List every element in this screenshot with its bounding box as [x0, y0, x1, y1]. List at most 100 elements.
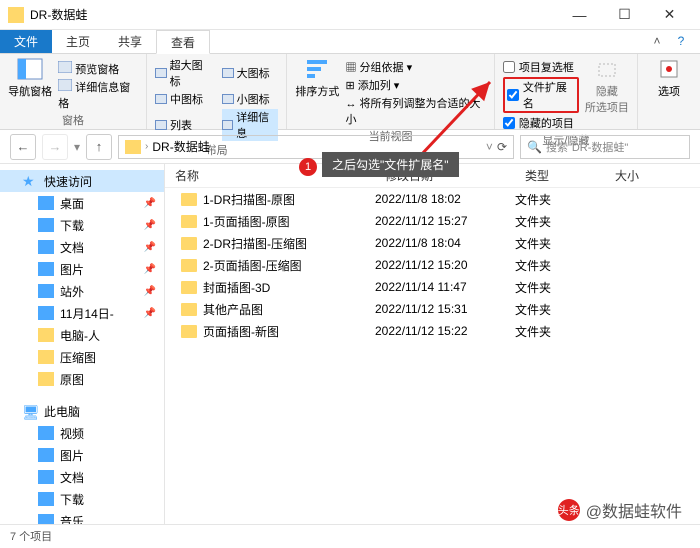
ribbon-tabs: 文件 主页 共享 查看 — [0, 30, 700, 54]
folder-icon — [38, 372, 54, 386]
pin-icon: 📌 — [144, 242, 156, 253]
nav-item[interactable]: 文档📌 — [0, 236, 164, 258]
tab-view[interactable]: 查看 — [156, 30, 210, 54]
status-bar: 7 个项目 — [0, 524, 700, 546]
folder-icon — [181, 303, 197, 316]
search-icon: 🔍 — [527, 140, 542, 154]
watermark: 头条 @数据蛙软件 — [558, 498, 682, 522]
help-icon[interactable]: ? — [672, 32, 690, 50]
sort-button[interactable]: 排序方式 — [295, 57, 339, 99]
layout-gallery[interactable]: 超大图标 大图标 中图标 小图标 列表 详细信息 — [155, 57, 278, 141]
options-button[interactable]: 选项 — [646, 57, 692, 99]
library-icon — [38, 514, 54, 524]
back-button[interactable]: ← — [10, 134, 36, 160]
nav-item[interactable]: 图片 — [0, 444, 164, 466]
fitcols-button[interactable]: ↔ 将所有列调整为合适的大小 — [345, 95, 485, 127]
nav-item[interactable]: 下载📌 — [0, 214, 164, 236]
table-row[interactable]: 1-页面插图-原图2022/11/12 15:27文件夹 — [165, 210, 700, 232]
folder-icon — [181, 237, 197, 250]
sort-icon — [303, 57, 331, 81]
tab-home[interactable]: 主页 — [52, 30, 104, 53]
folder-icon — [38, 350, 54, 364]
file-list: 1-DR扫描图-原图2022/11/8 18:02文件夹1-页面插图-原图202… — [165, 188, 700, 524]
preview-pane-button[interactable]: 预览窗格 — [58, 61, 138, 77]
navpane-icon — [16, 57, 44, 81]
table-row[interactable]: 页面插图-新图2022/11/12 15:22文件夹 — [165, 320, 700, 342]
nav-item[interactable]: 11月14日-📌 — [0, 302, 164, 324]
details-pane-button[interactable]: 详细信息窗格 — [58, 79, 138, 111]
nav-item[interactable]: 文档 — [0, 466, 164, 488]
pin-icon: 📌 — [144, 220, 156, 231]
nav-item[interactable]: 音乐 — [0, 510, 164, 524]
table-row[interactable]: 1-DR扫描图-原图2022/11/8 18:02文件夹 — [165, 188, 700, 210]
table-row[interactable]: 其他产品图2022/11/12 15:31文件夹 — [165, 298, 700, 320]
navpane-button[interactable]: 导航窗格 — [8, 57, 52, 99]
table-row[interactable]: 2-页面插图-压缩图2022/11/12 15:20文件夹 — [165, 254, 700, 276]
col-size[interactable]: 大小 — [605, 167, 700, 184]
nav-item[interactable]: 电脑-人 — [0, 324, 164, 346]
pc-icon: 🖥 — [22, 404, 38, 418]
pin-icon: 📌 — [144, 264, 156, 275]
folder-icon — [181, 325, 197, 338]
folder-icon — [38, 240, 54, 254]
item-checkboxes-toggle[interactable]: 项目复选框 — [503, 59, 579, 75]
hide-selected-button[interactable]: 隐藏 所选项目 — [585, 57, 629, 115]
nav-item[interactable]: 视频 — [0, 422, 164, 444]
watermark-avatar: 头条 — [558, 499, 580, 521]
hide-icon — [593, 57, 621, 81]
options-icon — [655, 57, 683, 81]
star-icon: ★ — [22, 174, 38, 188]
table-row[interactable]: 2-DR扫描图-压缩图2022/11/8 18:04文件夹 — [165, 232, 700, 254]
groupby-button[interactable]: ▦ 分组依据 ▾ — [345, 59, 485, 75]
pin-icon: 📌 — [144, 308, 156, 319]
forward-button[interactable]: → — [42, 134, 68, 160]
folder-icon — [38, 218, 54, 232]
minimize-button[interactable]: — — [557, 1, 602, 29]
close-button[interactable]: ✕ — [647, 1, 692, 29]
file-ext-toggle[interactable]: 文件扩展名 — [503, 77, 579, 113]
pin-icon: 📌 — [144, 286, 156, 297]
library-icon — [38, 448, 54, 462]
ribbon-view: 导航窗格 预览窗格 详细信息窗格 窗格 超大图标 大图标 中图标 小图标 列表 … — [0, 54, 700, 130]
folder-icon — [181, 259, 197, 272]
folder-icon — [125, 140, 141, 154]
nav-this-pc[interactable]: 🖥此电脑 — [0, 400, 164, 422]
recent-locations-icon[interactable]: ▾ — [74, 140, 80, 154]
annotation-tooltip: 之后勾选"文件扩展名" — [322, 152, 459, 177]
library-icon — [38, 492, 54, 506]
nav-item[interactable]: 原图 — [0, 368, 164, 390]
pin-icon: 📌 — [144, 198, 156, 209]
hidden-items-toggle[interactable]: 隐藏的项目 — [503, 115, 579, 131]
maximize-button[interactable]: ☐ — [602, 1, 647, 29]
refresh-icon[interactable]: ⟳ — [497, 140, 507, 154]
tab-share[interactable]: 共享 — [104, 30, 156, 53]
folder-icon — [181, 215, 197, 228]
nav-item[interactable]: 桌面📌 — [0, 192, 164, 214]
folder-icon — [38, 262, 54, 276]
annotation-badge: 1 — [299, 158, 317, 176]
search-input[interactable]: 🔍 搜索"DR-数据蛙" — [520, 135, 690, 159]
dropdown-icon[interactable]: ˅ — [486, 140, 493, 154]
ribbon-collapse-icon[interactable]: ˄ — [648, 32, 666, 50]
folder-icon — [38, 306, 54, 320]
folder-icon — [181, 281, 197, 294]
library-icon — [38, 426, 54, 440]
nav-item[interactable]: 图片📌 — [0, 258, 164, 280]
item-count: 7 个项目 — [10, 528, 52, 544]
tab-file[interactable]: 文件 — [0, 30, 52, 53]
folder-icon — [38, 284, 54, 298]
nav-item[interactable]: 压缩图 — [0, 346, 164, 368]
up-button[interactable]: ↑ — [86, 134, 112, 160]
col-type[interactable]: 类型 — [515, 167, 605, 184]
nav-item[interactable]: 站外📌 — [0, 280, 164, 302]
folder-icon — [38, 196, 54, 210]
addcol-button[interactable]: ⊞ 添加列 ▾ — [345, 77, 485, 93]
nav-pane: ★快速访问 桌面📌下载📌文档📌图片📌站外📌11月14日-📌电脑-人压缩图原图 🖥… — [0, 164, 165, 524]
folder-icon — [8, 7, 24, 23]
library-icon — [38, 470, 54, 484]
table-row[interactable]: 封面插图-3D2022/11/14 11:47文件夹 — [165, 276, 700, 298]
nav-quick-access[interactable]: ★快速访问 — [0, 170, 164, 192]
nav-item[interactable]: 下载 — [0, 488, 164, 510]
folder-icon — [181, 193, 197, 206]
titlebar: DR-数据蛙 — ☐ ✕ — [0, 0, 700, 30]
